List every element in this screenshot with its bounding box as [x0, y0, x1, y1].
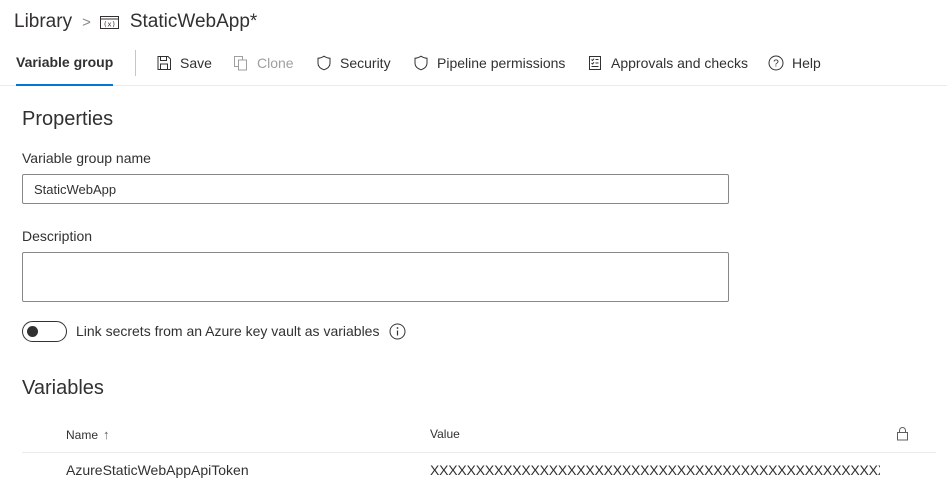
pipeline-permissions-label: Pipeline permissions	[437, 55, 566, 71]
shield-icon	[316, 55, 332, 71]
checklist-icon	[587, 55, 603, 71]
toggle-knob	[27, 326, 38, 337]
variable-group-name-label: Variable group name	[22, 150, 151, 166]
keyvault-toggle[interactable]	[22, 321, 67, 342]
variable-value: XXXXXXXXXXXXXXXXXXXXXXXXXXXXXXXXXXXXXXXX…	[430, 462, 880, 478]
active-tab-indicator	[16, 84, 114, 86]
info-icon[interactable]	[389, 323, 406, 340]
save-label: Save	[180, 55, 212, 71]
clone-label: Clone	[257, 55, 294, 71]
help-label: Help	[792, 55, 821, 71]
variables-table-header: Name ↑ Value	[22, 418, 936, 453]
column-header-name-label: Name	[66, 427, 99, 442]
breadcrumb-separator: >	[82, 13, 91, 31]
approvals-and-checks-label: Approvals and checks	[611, 55, 748, 71]
column-header-value[interactable]: Value	[430, 427, 460, 441]
save-button[interactable]: Save	[156, 52, 212, 74]
shield-icon	[413, 55, 429, 71]
help-icon: ?	[768, 55, 784, 71]
variable-group-icon: (x)	[99, 15, 119, 30]
help-button[interactable]: ? Help	[768, 52, 821, 74]
variable-name: AzureStaticWebAppApiToken	[66, 462, 249, 478]
variable-group-name-input[interactable]	[22, 174, 729, 204]
description-label: Description	[22, 228, 93, 244]
breadcrumb: Library > (x) StaticWebApp*	[14, 9, 257, 35]
clone-button[interactable]: Clone	[233, 52, 294, 74]
toolbar: Variable group Save Clone Security Pipel…	[0, 40, 947, 86]
svg-text:?: ?	[773, 59, 779, 70]
description-input[interactable]	[22, 252, 729, 302]
svg-text:(x): (x)	[103, 20, 116, 28]
properties-heading: Properties	[22, 108, 114, 130]
column-header-name[interactable]: Name ↑	[66, 427, 110, 442]
table-row[interactable]: AzureStaticWebAppApiToken XXXXXXXXXXXXXX…	[22, 454, 936, 486]
clone-icon	[233, 55, 249, 71]
approvals-and-checks-button[interactable]: Approvals and checks	[587, 52, 748, 74]
security-label: Security	[340, 55, 391, 71]
security-button[interactable]: Security	[316, 52, 391, 74]
breadcrumb-library-link[interactable]: Library	[14, 11, 72, 33]
page-title: StaticWebApp*	[129, 11, 258, 32]
variables-heading: Variables	[22, 377, 104, 399]
keyvault-toggle-label: Link secrets from an Azure key vault as …	[76, 323, 380, 339]
toolbar-divider	[135, 50, 136, 76]
tab-variable-group-label: Variable group	[16, 54, 114, 70]
sort-ascending-icon: ↑	[103, 427, 110, 442]
lock-icon[interactable]	[896, 426, 909, 441]
save-icon	[156, 55, 172, 71]
pipeline-permissions-button[interactable]: Pipeline permissions	[413, 52, 565, 74]
tab-variable-group[interactable]: Variable group	[16, 40, 114, 86]
